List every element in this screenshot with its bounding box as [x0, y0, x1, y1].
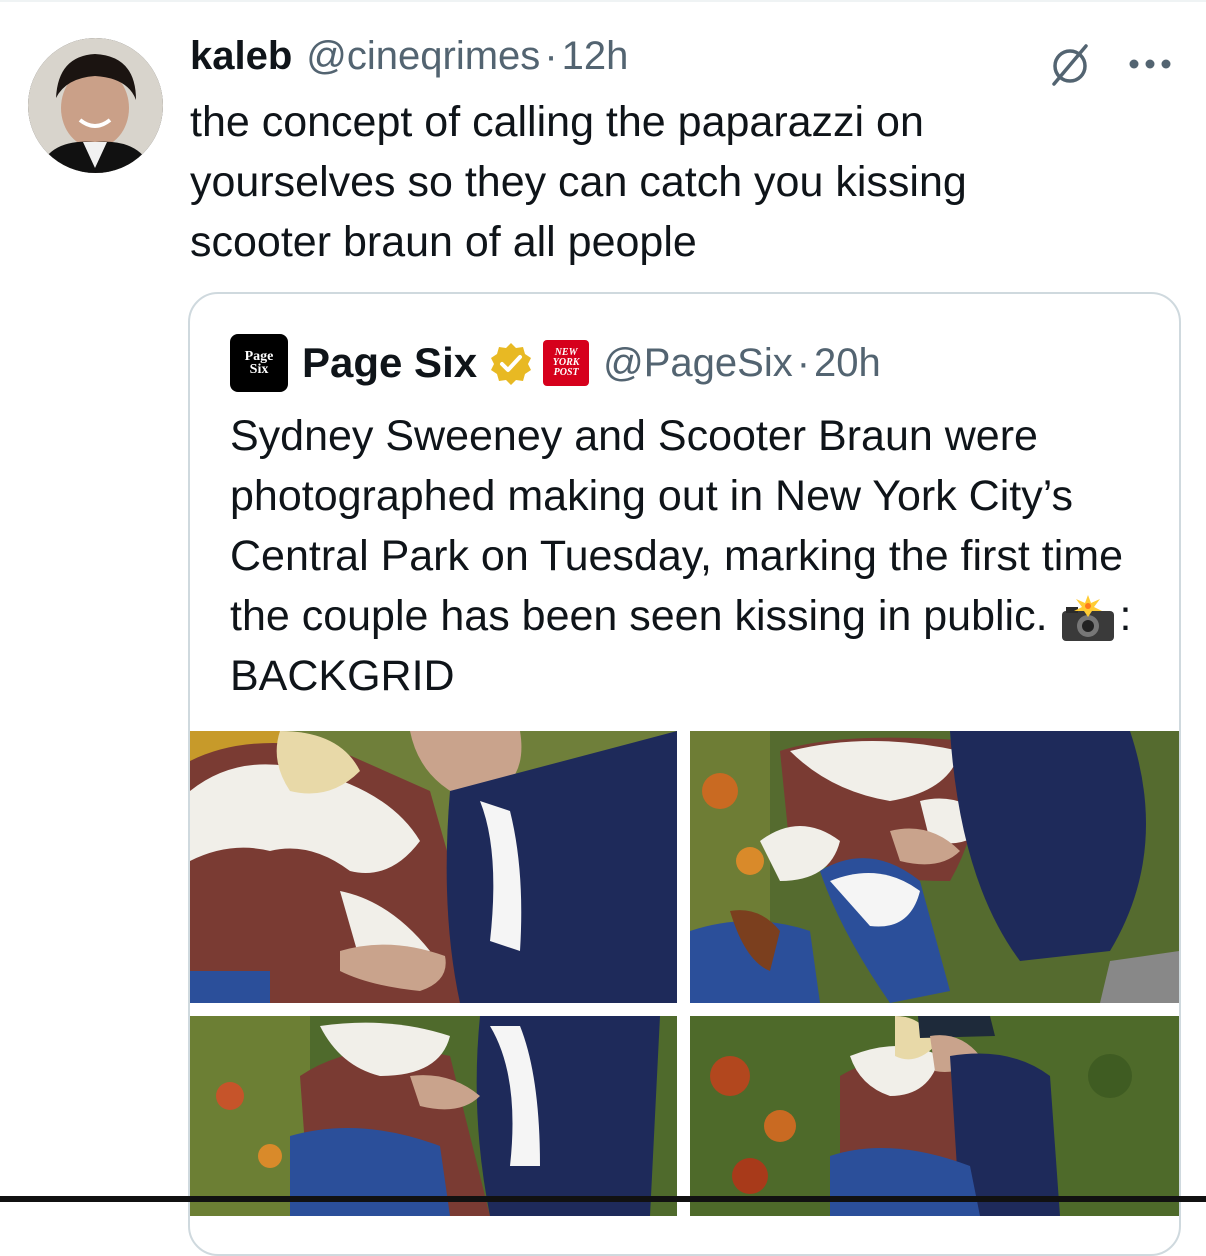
affiliate-line3: POST: [553, 367, 579, 378]
quoted-tweet-time[interactable]: 20h: [814, 341, 881, 386]
bottom-edge-bar: [0, 1196, 1206, 1202]
grok-icon: [1052, 44, 1088, 86]
photo-4-image: [690, 1016, 1179, 1216]
photo-3[interactable]: [190, 1016, 677, 1216]
more-options-button[interactable]: [1124, 38, 1176, 90]
photo-2-image: [690, 731, 1179, 1003]
photo-1-image: [190, 731, 677, 1003]
tweet-header: kaleb @cineqrimes · 12h: [190, 34, 628, 86]
logo-text-line2: Six: [249, 362, 269, 377]
photo-2[interactable]: [690, 731, 1179, 1003]
photo-4[interactable]: [690, 1016, 1179, 1216]
quoted-author-name[interactable]: Page Six: [302, 339, 477, 387]
tweet-text: the concept of calling the paparazzi on …: [190, 98, 967, 266]
tweet-time[interactable]: 12h: [562, 34, 629, 79]
page-six-logo[interactable]: Page Six: [230, 334, 288, 392]
more-icon: [1129, 59, 1171, 69]
separator-dot: ·: [796, 340, 811, 385]
photo-3-image: [190, 1016, 677, 1216]
quoted-author-handle[interactable]: @PageSix: [603, 341, 793, 386]
avatar[interactable]: [28, 38, 163, 173]
quoted-tweet[interactable]: Page Six Page Six NEW YORK POST @PageSix…: [188, 292, 1181, 1256]
new-york-post-affiliate-icon[interactable]: NEW YORK POST: [543, 340, 590, 386]
grok-button[interactable]: [1044, 38, 1096, 90]
author-name[interactable]: kaleb: [190, 34, 292, 79]
quoted-tweet-text: Sydney Sweeney and Scooter Braun were ph…: [230, 406, 1150, 706]
photo-1[interactable]: [190, 731, 677, 1003]
verified-badge-icon[interactable]: [489, 341, 533, 385]
top-divider: [0, 0, 1206, 2]
separator-dot: ·: [544, 34, 558, 78]
avatar-image: [28, 38, 163, 173]
quoted-text-main: Sydney Sweeney and Scooter Braun were ph…: [230, 412, 1124, 640]
author-handle[interactable]: @cineqrimes: [306, 34, 540, 79]
camera-flash-icon: [1061, 594, 1114, 641]
quoted-tweet-header: Page Six Page Six NEW YORK POST @PageSix…: [230, 332, 881, 394]
